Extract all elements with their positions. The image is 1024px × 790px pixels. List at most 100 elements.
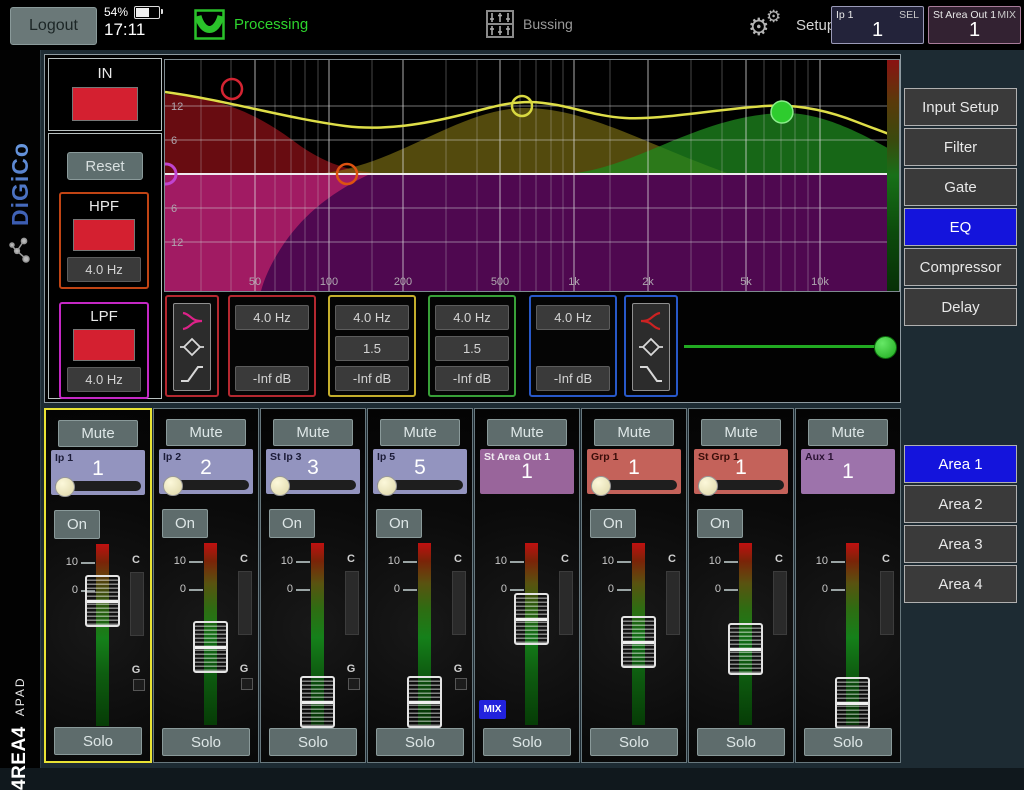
channel-label[interactable]: Ip 5 5: [373, 449, 467, 494]
selected-channel-display[interactable]: Ip 1 SEL 1: [831, 6, 924, 44]
channel-label[interactable]: St Area Out 1 1: [480, 449, 574, 494]
hpf-freq-value[interactable]: 4.0 Hz: [67, 257, 141, 282]
fader-handle[interactable]: [193, 621, 228, 673]
eq-band1-params[interactable]: 4.0 Hz -Inf dB: [228, 295, 316, 397]
hpf-type-selector[interactable]: [165, 295, 219, 397]
fader-handle[interactable]: [514, 593, 549, 645]
channel-strip-stgrp1[interactable]: Mute St Grp 1 1 On 10 0 C Solo: [688, 408, 794, 763]
pan-slider[interactable]: [163, 480, 249, 490]
channel-strip-ip5[interactable]: Mute Ip 5 5 On 10 0 C G Solo: [367, 408, 473, 763]
bussing-indicator[interactable]: Bussing: [486, 10, 573, 38]
band2-q[interactable]: 1.5: [335, 336, 409, 361]
band3-freq[interactable]: 4.0 Hz: [435, 305, 509, 330]
tab-compressor[interactable]: Compressor: [904, 248, 1017, 286]
eq-band4-params[interactable]: 4.0 Hz -Inf dB: [529, 295, 617, 397]
band3-gain[interactable]: -Inf dB: [435, 366, 509, 391]
solo-button[interactable]: Solo: [376, 728, 464, 756]
logout-button[interactable]: Logout: [10, 7, 97, 45]
tab-area-4[interactable]: Area 4: [904, 565, 1017, 603]
mute-button[interactable]: Mute: [594, 419, 674, 446]
tab-filter[interactable]: Filter: [904, 128, 1017, 166]
on-button[interactable]: On: [376, 509, 422, 538]
tab-area-1[interactable]: Area 1: [904, 445, 1017, 483]
on-button[interactable]: On: [590, 509, 636, 538]
mute-button[interactable]: Mute: [58, 420, 138, 447]
fader-handle[interactable]: [835, 677, 870, 729]
fader-handle[interactable]: [407, 676, 442, 728]
channel-strip-ip2[interactable]: Mute Ip 2 2 On 10 0 C G Solo: [153, 408, 259, 763]
pan-slider[interactable]: [377, 480, 463, 490]
tab-delay[interactable]: Delay: [904, 288, 1017, 326]
mute-button[interactable]: Mute: [273, 419, 353, 446]
tab-gate[interactable]: Gate: [904, 168, 1017, 206]
lpf-type-selector[interactable]: [624, 295, 678, 397]
band4-freq[interactable]: 4.0 Hz: [536, 305, 610, 330]
tab-eq[interactable]: EQ: [904, 208, 1017, 246]
hpf-on-button[interactable]: [73, 219, 135, 251]
channel-strip-stip3[interactable]: Mute St Ip 3 3 On 10 0 C G Solo: [260, 408, 366, 763]
fader-handle[interactable]: [621, 616, 656, 668]
pan-knob[interactable]: [163, 476, 183, 496]
pan-knob[interactable]: [55, 477, 75, 497]
band4-gain[interactable]: -Inf dB: [536, 366, 610, 391]
eq-band2-params[interactable]: 4.0 Hz 1.5 -Inf dB: [328, 295, 416, 397]
eq-band4-handle[interactable]: [771, 101, 793, 123]
pan-knob[interactable]: [270, 476, 290, 496]
on-button[interactable]: On: [54, 510, 100, 539]
tab-area-3[interactable]: Area 3: [904, 525, 1017, 563]
eq-graph[interactable]: 12 6 6 12 50 100 200 500 1k 2k 5k 10k: [164, 59, 900, 292]
pan-knob[interactable]: [591, 476, 611, 496]
channel-label[interactable]: Ip 2 2: [159, 449, 253, 494]
fader-handle[interactable]: [300, 676, 335, 728]
mute-button[interactable]: Mute: [166, 419, 246, 446]
channel-label[interactable]: St Ip 3 3: [266, 449, 360, 494]
channel-strip-st-area-out1[interactable]: Mute St Area Out 1 1 10 0 C MIX Solo: [474, 408, 580, 763]
band1-freq[interactable]: 4.0 Hz: [235, 305, 309, 330]
mix-channel-display[interactable]: St Area Out 1 MIX 1: [928, 6, 1021, 44]
eq-band3-params[interactable]: 4.0 Hz 1.5 -Inf dB: [428, 295, 516, 397]
processing-indicator[interactable]: Processing: [194, 9, 308, 40]
pan-knob[interactable]: [377, 476, 397, 496]
pan-slider[interactable]: [698, 480, 784, 490]
solo-button[interactable]: Solo: [54, 727, 142, 755]
channel-label[interactable]: Grp 1 1: [587, 449, 681, 494]
channel-label[interactable]: Aux 1 1: [801, 449, 895, 494]
band-gain-slider[interactable]: [684, 345, 884, 348]
pan-slider[interactable]: [55, 481, 141, 491]
tab-input-setup[interactable]: Input Setup: [904, 88, 1017, 126]
channel-label[interactable]: Ip 1 1: [51, 450, 145, 495]
band3-q[interactable]: 1.5: [435, 336, 509, 361]
band2-freq[interactable]: 4.0 Hz: [335, 305, 409, 330]
mute-button[interactable]: Mute: [487, 419, 567, 446]
on-button[interactable]: On: [697, 509, 743, 538]
solo-button[interactable]: Solo: [804, 728, 892, 756]
channel-label[interactable]: St Grp 1 1: [694, 449, 788, 494]
fader-zone: 10 0 C MIX: [475, 539, 579, 731]
solo-button[interactable]: Solo: [162, 728, 250, 756]
solo-button[interactable]: Solo: [483, 728, 571, 756]
solo-button[interactable]: Solo: [590, 728, 678, 756]
eq-reset-button[interactable]: Reset: [67, 152, 143, 180]
band-gain-slider-knob[interactable]: [874, 336, 897, 359]
pan-slider[interactable]: [270, 480, 356, 490]
pan-slider[interactable]: [591, 480, 677, 490]
pan-knob[interactable]: [698, 476, 718, 496]
band2-gain[interactable]: -Inf dB: [335, 366, 409, 391]
solo-button[interactable]: Solo: [269, 728, 357, 756]
on-button[interactable]: On: [269, 509, 315, 538]
eq-in-button[interactable]: [72, 87, 138, 121]
setup-button[interactable]: ⚙⚙ Setup: [748, 8, 835, 42]
process-tab-column: Input Setup Filter Gate EQ Compressor De…: [904, 88, 1017, 328]
band1-gain[interactable]: -Inf dB: [235, 366, 309, 391]
mute-button[interactable]: Mute: [808, 419, 888, 446]
fader-handle[interactable]: [85, 575, 120, 627]
channel-strip-aux1[interactable]: Mute Aux 1 1 10 0 C Solo: [795, 408, 901, 763]
mute-button[interactable]: Mute: [701, 419, 781, 446]
fader-handle[interactable]: [728, 623, 763, 675]
mute-button[interactable]: Mute: [380, 419, 460, 446]
tab-area-2[interactable]: Area 2: [904, 485, 1017, 523]
channel-strip-grp1[interactable]: Mute Grp 1 1 On 10 0 C Solo: [581, 408, 687, 763]
on-button[interactable]: On: [162, 509, 208, 538]
solo-button[interactable]: Solo: [697, 728, 785, 756]
channel-strip-ip1[interactable]: Mute Ip 1 1 On 10 0 C G Solo: [44, 408, 152, 763]
